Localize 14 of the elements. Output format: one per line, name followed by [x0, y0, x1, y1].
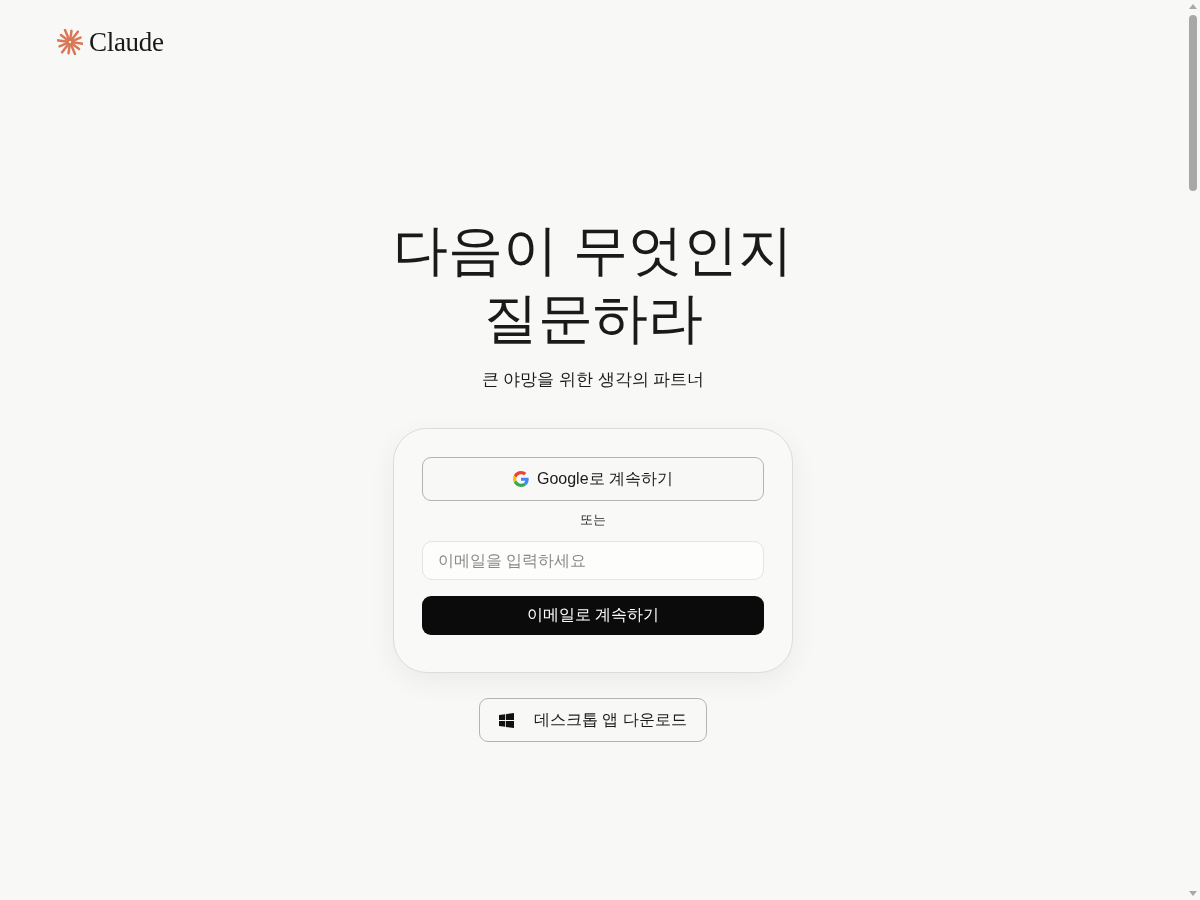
- download-app-button[interactable]: 데스크톱 앱 다운로드: [479, 698, 707, 742]
- scroll-up-arrow-icon[interactable]: [1189, 4, 1197, 9]
- headline: 다음이 무엇인지 질문하라: [392, 218, 794, 351]
- email-continue-button[interactable]: 이메일로 계속하기: [422, 596, 764, 635]
- scroll-down-arrow-icon[interactable]: [1189, 891, 1197, 896]
- divider-text: 또는: [580, 511, 606, 529]
- windows-logo-icon: [499, 712, 515, 728]
- scrollbar-thumb[interactable]: [1189, 15, 1197, 191]
- starburst-logo-icon: [57, 29, 83, 55]
- logo-wordmark: Claude: [89, 26, 164, 58]
- google-continue-button[interactable]: Google로 계속하기: [422, 457, 764, 501]
- google-g-icon: [512, 471, 529, 487]
- email-input-field[interactable]: 이메일을 입력하세요: [422, 541, 764, 580]
- subtitle: 큰 야망을 위한 생각의 파트너: [481, 369, 705, 391]
